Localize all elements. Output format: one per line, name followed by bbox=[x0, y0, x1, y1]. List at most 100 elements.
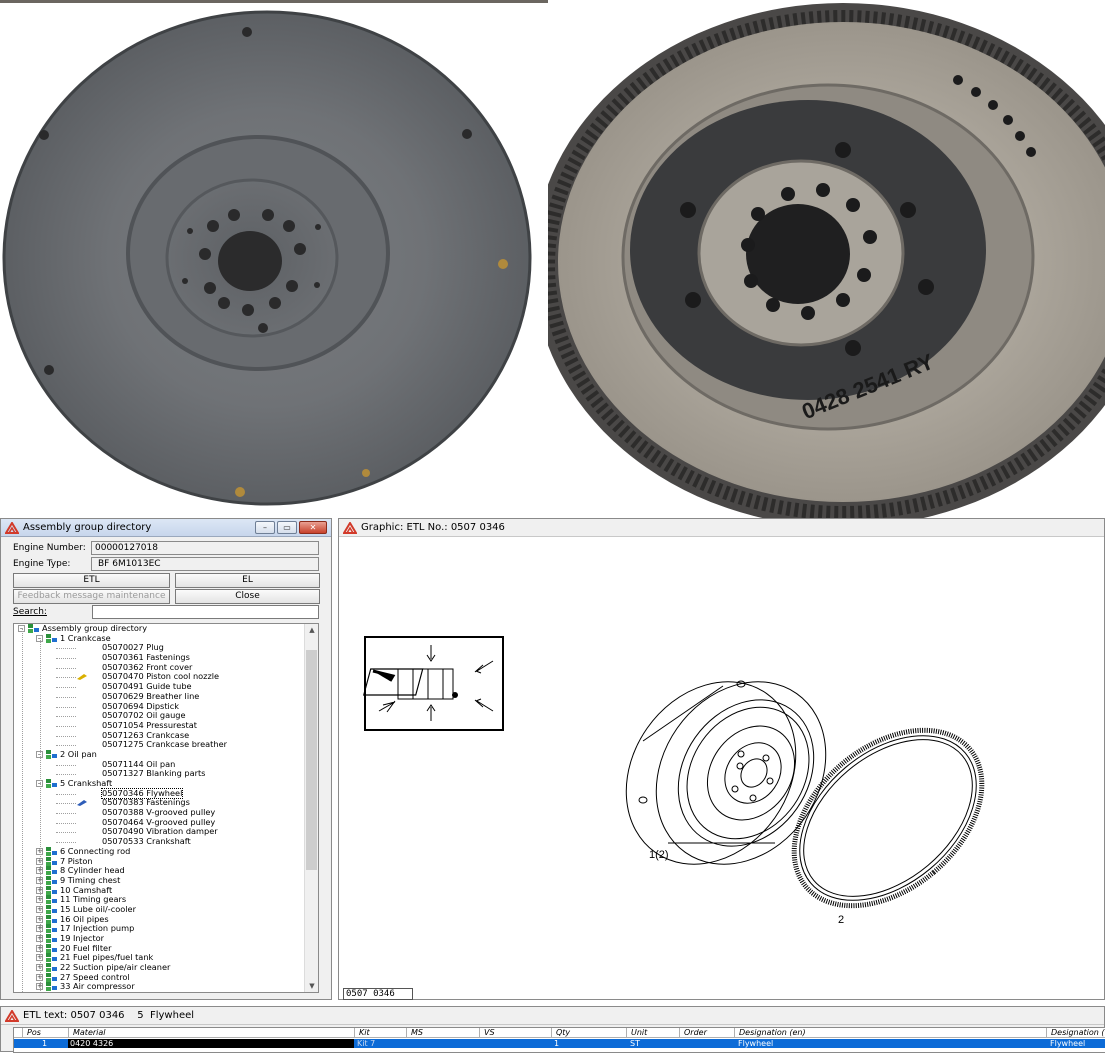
tree-item[interactable]: +19 Injector bbox=[14, 933, 306, 944]
tree-connector bbox=[56, 803, 76, 805]
col-header-kit[interactable]: Kit bbox=[354, 1028, 404, 1038]
tree-connector bbox=[56, 832, 76, 834]
view-direction-icon bbox=[362, 636, 504, 731]
close-button[interactable]: Close bbox=[175, 589, 320, 604]
scroll-thumb[interactable] bbox=[306, 650, 317, 870]
feedback-button[interactable]: Feedback message maintenance bbox=[13, 589, 170, 604]
col-header-material[interactable]: Material bbox=[68, 1028, 353, 1038]
tree-connector bbox=[56, 813, 76, 815]
col-header-pos[interactable]: Pos bbox=[22, 1028, 72, 1038]
tree-item[interactable]: +11 Timing gears bbox=[14, 895, 306, 905]
tree-item[interactable]: +17 Injection pump bbox=[14, 924, 306, 934]
tree-item[interactable]: +8 Cylinder head bbox=[14, 865, 306, 876]
tree-connector bbox=[56, 842, 76, 844]
tree-item[interactable]: 05070533 Crankshaft bbox=[14, 836, 306, 847]
tree-item[interactable]: +9 Timing chest bbox=[14, 875, 306, 886]
ring-gear-drawing bbox=[791, 727, 985, 909]
engine-type-label: Engine Type: bbox=[13, 559, 71, 569]
cell-pos: 1 bbox=[42, 1039, 48, 1048]
col-header-order[interactable]: Order bbox=[679, 1028, 734, 1038]
minimize-button[interactable]: – bbox=[255, 521, 275, 534]
tree-connector bbox=[56, 658, 76, 660]
cell-designation-other: Flywheel bbox=[1050, 1039, 1086, 1048]
folder-network-icon bbox=[46, 953, 57, 963]
etl-button[interactable]: ETL bbox=[13, 573, 170, 588]
cell-material: 0420 4326 bbox=[68, 1039, 354, 1048]
folder-network-icon bbox=[46, 914, 57, 924]
table-row[interactable]: 1 0420 4326 Kit 7 1 ST Flywheel Flywheel bbox=[14, 1039, 1105, 1048]
flywheel-photo-back: 0428 2541 RY bbox=[548, 3, 1105, 518]
col-header-designation-other[interactable]: Designation ( bbox=[1046, 1028, 1105, 1038]
tree-item[interactable]: 05071275 Crankcase breather bbox=[14, 740, 306, 750]
tree-connector bbox=[56, 774, 76, 776]
etl-table: Pos Material Kit MS VS Qty Unit Order De… bbox=[13, 1027, 1105, 1053]
el-button[interactable]: EL bbox=[175, 573, 320, 588]
app-logo-icon bbox=[343, 521, 357, 534]
folder-network-icon bbox=[46, 875, 57, 885]
search-input[interactable] bbox=[92, 605, 319, 619]
graphic-window: Graphic: ETL No.: 0507 0346 1(2) 2 0507 … bbox=[338, 518, 1105, 1000]
scroll-down-icon[interactable]: ▼ bbox=[305, 980, 318, 992]
close-window-button[interactable]: ✕ bbox=[299, 521, 327, 534]
col-header-qty[interactable]: Qty bbox=[551, 1028, 625, 1038]
tree-connector bbox=[56, 745, 76, 747]
tree-item[interactable]: +10 Camshaft bbox=[14, 885, 306, 896]
folder-network-icon bbox=[46, 924, 57, 934]
etl-table-header: Pos Material Kit MS VS Qty Unit Order De… bbox=[14, 1028, 1105, 1038]
graphic-canvas: 1(2) 2 bbox=[343, 541, 1102, 999]
tree-item[interactable]: – Assembly group directory bbox=[14, 624, 306, 634]
exploded-drawing: 1(2) 2 bbox=[362, 636, 985, 926]
folder-network-icon bbox=[46, 934, 57, 943]
app-logo-icon bbox=[5, 521, 19, 534]
app-logo-icon bbox=[5, 1009, 19, 1022]
scroll-up-icon[interactable]: ▲ bbox=[305, 624, 318, 636]
folder-network-icon bbox=[46, 779, 57, 788]
tree-item[interactable]: +15 Lube oil/-cooler bbox=[14, 904, 306, 915]
graphic-window-title: Graphic: ETL No.: 0507 0346 bbox=[361, 522, 505, 533]
maximize-button[interactable]: ▭ bbox=[277, 521, 297, 534]
engine-number-label: Engine Number: bbox=[13, 543, 86, 553]
cell-designation-en: Flywheel bbox=[738, 1039, 774, 1048]
tree-connector bbox=[56, 793, 76, 795]
cell-unit: ST bbox=[630, 1039, 640, 1048]
tree-connector bbox=[56, 696, 76, 698]
flywheel-photo-front bbox=[2, 10, 532, 506]
search-label: Search: bbox=[13, 607, 47, 617]
tree-item[interactable]: 05071327 Blanking parts bbox=[14, 769, 306, 779]
tree-item[interactable]: +7 Piston bbox=[14, 856, 306, 867]
folder-network-icon bbox=[46, 749, 57, 759]
tree-item[interactable]: +20 Fuel filter bbox=[14, 943, 306, 954]
tree-scrollbar[interactable]: ▲ ▼ bbox=[304, 624, 318, 992]
col-header-vs[interactable]: VS bbox=[479, 1028, 549, 1038]
tree-connector bbox=[56, 822, 76, 824]
engine-number-row: Engine Number: 00000127018 bbox=[13, 541, 319, 555]
folder-network-icon bbox=[46, 885, 57, 895]
tree-connector bbox=[56, 648, 76, 650]
cell-qty: 1 bbox=[554, 1039, 560, 1048]
engine-type-row: Engine Type: BF 6M1013EC bbox=[13, 557, 319, 571]
folder-network-icon bbox=[46, 866, 57, 876]
tree-item[interactable]: +6 Connecting rod bbox=[14, 846, 306, 857]
folder-network-icon bbox=[46, 972, 57, 982]
flywheel-drawing bbox=[625, 680, 827, 865]
flywheel-photos: 0428 2541 RY bbox=[0, 0, 1105, 518]
assembly-titlebar: Assembly group directory – ▭ ✕ bbox=[1, 519, 331, 537]
col-header-unit[interactable]: Unit bbox=[626, 1028, 678, 1038]
tree-connector bbox=[56, 667, 76, 669]
tree-item[interactable]: +22 Suction pipe/air cleaner bbox=[14, 962, 306, 973]
nozzle-icon bbox=[77, 674, 87, 681]
tree-item[interactable]: +33 Air compressor bbox=[14, 982, 306, 992]
etl-titlebar: ETL text: 0507 0346 5 Flywheel bbox=[1, 1007, 1104, 1025]
tree-connector bbox=[56, 735, 76, 737]
tree-item[interactable]: +16 Oil pipes bbox=[14, 914, 306, 925]
col-header-ms[interactable]: MS bbox=[406, 1028, 478, 1038]
folder-network-icon bbox=[46, 633, 57, 643]
callout-ring-gear: 2 bbox=[838, 914, 844, 926]
col-header-designation-en[interactable]: Designation (en) bbox=[734, 1028, 1046, 1038]
callout-flywheel: 1(2) bbox=[649, 849, 669, 861]
tree-connector bbox=[56, 764, 76, 766]
tree-item[interactable]: +27 Speed control bbox=[14, 972, 306, 983]
etl-number-box: 0507 0346 bbox=[343, 988, 413, 1000]
tree-connector bbox=[56, 677, 76, 679]
assembly-group-window: Assembly group directory – ▭ ✕ Engine Nu… bbox=[0, 518, 332, 1000]
